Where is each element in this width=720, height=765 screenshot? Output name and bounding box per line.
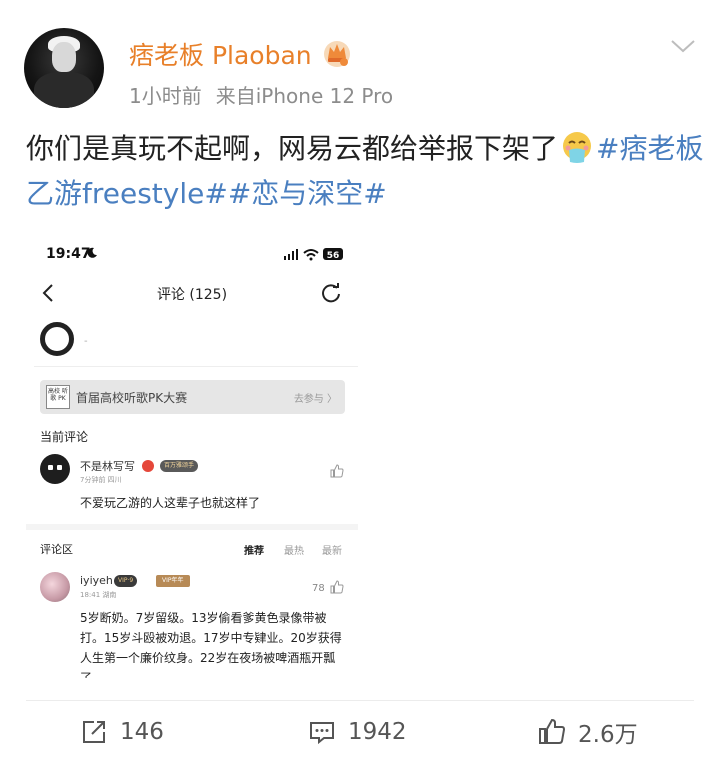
status-time: 19:47 [46,246,91,262]
share-icon [83,721,105,743]
battery-level: 56 [327,251,340,261]
post-text: 你们是真玩不起啊，网易云都给举报下架了 [26,132,559,165]
event-banner[interactable]: 高校 听歌 PK 首届高校听歌PK大赛 去参与 〉 [40,380,345,414]
thumb-up-icon [539,718,566,744]
comment-count: 1942 [348,719,407,745]
screen-title: 评论 (125) [156,287,228,303]
song-cover[interactable] [40,322,74,356]
current-comment-label: 当前评论 [40,430,89,444]
post-source: 来自iPhone 12 Pro [215,84,394,108]
moon-icon [87,247,97,258]
like-button[interactable]: 2.6万 [538,716,638,748]
section-divider [26,524,358,530]
comment-meta: 7分钟前 四川 [80,476,122,484]
author-name[interactable]: 痞老板 Plaoban [129,36,312,72]
share-button[interactable]: 146 [80,716,164,748]
post-body: 你们是真玩不起啊，网易云都给举报下架了 #痞老板 乙游freestyle##恋与… [26,126,706,216]
post-image[interactable]: 19:47 56 评论 (125) - 高校 听歌 PK 首届高校听歌PK大赛 … [26,232,358,678]
divider [26,700,694,701]
thumb-up-icon[interactable] [330,580,344,594]
status-icons: 56 [284,248,343,261]
vip-crown-icon [324,41,350,67]
reply-avatar[interactable] [40,572,70,602]
level-badge-icon [142,460,154,472]
vomit-emoji-icon [563,132,592,163]
post-time: 1小时前 [129,84,202,108]
comment-button[interactable]: 1942 [308,716,407,748]
reply-text: 5岁断奶。7岁留级。13岁偷看爹黄色录像带被打。15岁斗殴被劝退。17岁中专肄业… [80,611,342,678]
share-count: 146 [120,719,164,745]
commenter-avatar[interactable] [40,454,70,484]
banner-text: 首届高校听歌PK大赛 [76,391,188,405]
divider [34,366,358,367]
comment-icon [310,722,334,745]
song-placeholder: - [84,336,88,347]
reply-like-count: 78 [312,583,325,594]
reply-name[interactable]: iyiyeh [80,574,113,587]
sort-newest[interactable]: 最新 [322,542,342,557]
post-meta: 1小时前 来自iPhone 12 Pro [129,80,393,109]
reply-vip-badge: VIP·9 [114,575,138,587]
reply-meta: 18:41 湖南 [80,591,117,599]
comments-label: 评论区 [40,543,73,556]
chevron-down-icon[interactable] [669,36,697,56]
banner-logo: 高校 听歌 PK [46,385,70,409]
commenter-name[interactable]: 不是林写写 [80,458,135,474]
banner-join[interactable]: 去参与 〉 [294,390,337,405]
hashtag-link[interactable]: #恋与深空# [228,177,387,210]
sort-hottest[interactable]: 最热 [284,542,304,557]
thumb-up-icon[interactable] [330,464,344,478]
reply-vip-year-badge: VIP年年 [156,575,190,587]
comment-text: 不爱玩乙游的人这辈子也就这样了 [80,496,261,510]
refresh-icon[interactable] [320,282,342,304]
commenter-badge: 百万雅颂手 [160,460,199,472]
author-avatar[interactable] [24,28,104,108]
sort-recommended[interactable]: 推荐 [244,542,264,557]
like-count: 2.6万 [578,722,638,748]
